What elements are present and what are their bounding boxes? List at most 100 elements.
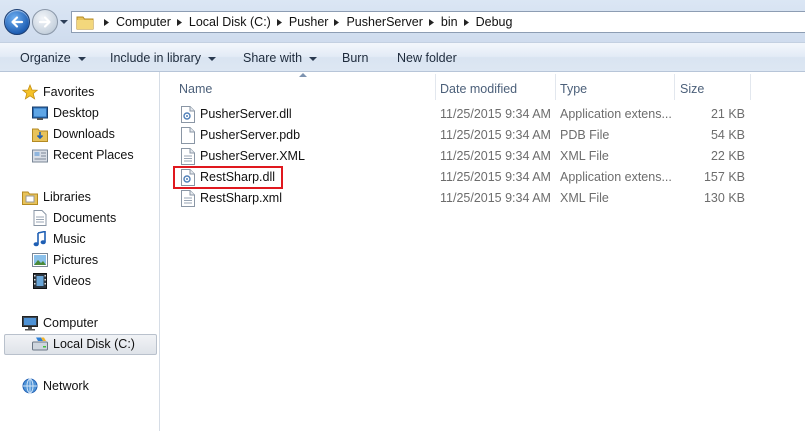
file-size: 157 KB	[703, 170, 745, 184]
breadcrumb-arrow-icon[interactable]	[332, 18, 341, 27]
column-header-type-label: Type	[560, 82, 588, 96]
column-divider[interactable]	[435, 74, 436, 100]
nav-local-disk-label: Local Disk (C:)	[53, 337, 135, 351]
address-bar-area: Computer Local Disk (C:) Pusher PusherSe…	[0, 0, 805, 42]
new-folder-label: New folder	[397, 51, 457, 65]
file-row[interactable]: PusherServer.XML 11/25/2015 9:34 AM XML …	[161, 146, 805, 167]
file-type: PDB File	[560, 128, 610, 142]
breadcrumb-bin[interactable]: bin	[441, 15, 458, 29]
nav-videos-label: Videos	[53, 274, 91, 288]
documents-icon	[32, 210, 48, 226]
breadcrumb-pusherserver[interactable]: PusherServer	[346, 15, 422, 29]
nav-favorites[interactable]: Favorites	[22, 82, 94, 102]
xml-file-icon	[181, 190, 195, 207]
file-row[interactable]: PusherServer.pdb 11/25/2015 9:34 AM PDB …	[161, 125, 805, 146]
breadcrumb-computer[interactable]: Computer	[116, 15, 171, 29]
arrow-right-icon	[38, 16, 51, 28]
nav-network[interactable]: Network	[22, 376, 89, 396]
file-name: RestSharp.xml	[200, 191, 282, 205]
chevron-down-icon	[309, 56, 318, 61]
file-row[interactable]: RestSharp.xml 11/25/2015 9:34 AM XML Fil…	[161, 188, 805, 209]
share-with-button[interactable]: Share with	[243, 51, 318, 65]
file-list: Name Date modified Type Size PusherServe…	[161, 72, 805, 431]
column-divider[interactable]	[674, 74, 675, 100]
nav-libraries[interactable]: Libraries	[22, 187, 91, 207]
column-divider[interactable]	[555, 74, 556, 100]
videos-icon	[32, 273, 48, 289]
nav-pictures-label: Pictures	[53, 253, 99, 267]
libraries-icon	[22, 189, 38, 205]
star-icon	[22, 84, 38, 100]
nav-libraries-label: Libraries	[43, 190, 91, 204]
network-icon	[22, 378, 38, 394]
burn-label: Burn	[342, 51, 369, 65]
breadcrumb-arrow-icon[interactable]	[275, 18, 284, 27]
desktop-icon	[32, 105, 48, 121]
file-row[interactable]: PusherServer.dll 11/25/2015 9:34 AM Appl…	[161, 104, 805, 125]
file-date: 11/25/2015 9:34 AM	[440, 191, 551, 205]
column-header-size-label: Size	[680, 82, 705, 96]
nav-music[interactable]: Music	[32, 229, 86, 249]
file-type: Application extens...	[560, 170, 672, 184]
nav-pictures[interactable]: Pictures	[32, 250, 98, 270]
nav-recent-places[interactable]: Recent Places	[32, 145, 134, 165]
breadcrumb-pusher[interactable]: Pusher	[289, 15, 329, 29]
breadcrumb-arrow-icon[interactable]	[427, 18, 436, 27]
nav-downloads[interactable]: Downloads	[32, 124, 115, 144]
file-type: XML File	[560, 149, 609, 163]
file-name: PusherServer.pdb	[200, 128, 301, 142]
nav-downloads-label: Downloads	[53, 127, 115, 141]
column-header-type[interactable]: Type	[560, 78, 674, 100]
xml-file-icon	[181, 148, 195, 165]
downloads-folder-icon	[32, 126, 48, 142]
file-date: 11/25/2015 9:34 AM	[440, 107, 551, 121]
hard-drive-icon	[32, 336, 48, 352]
computer-icon	[22, 315, 38, 331]
recent-places-icon	[32, 147, 48, 163]
column-divider[interactable]	[750, 74, 751, 100]
nav-documents-label: Documents	[53, 211, 117, 225]
nav-network-label: Network	[43, 379, 89, 393]
file-date: 11/25/2015 9:34 AM	[440, 149, 551, 163]
back-button[interactable]	[4, 9, 30, 35]
new-folder-button[interactable]: New folder	[397, 51, 457, 65]
nav-documents[interactable]: Documents	[32, 208, 116, 228]
breadcrumb-arrow-icon[interactable]	[102, 18, 111, 27]
address-bar[interactable]: Computer Local Disk (C:) Pusher PusherSe…	[71, 11, 805, 33]
file-type: Application extens...	[560, 107, 672, 121]
column-header-name[interactable]: Name	[179, 78, 435, 100]
breadcrumb-debug[interactable]: Debug	[476, 15, 513, 29]
nav-computer[interactable]: Computer	[22, 313, 98, 333]
breadcrumb-local-disk[interactable]: Local Disk (C:)	[189, 15, 271, 29]
file-name: PusherServer.dll	[200, 107, 292, 121]
highlight-box	[173, 166, 283, 189]
file-date: 11/25/2015 9:34 AM	[440, 170, 551, 184]
file-date: 11/25/2015 9:34 AM	[440, 128, 551, 142]
column-header-date-modified[interactable]: Date modified	[440, 78, 555, 100]
file-size: 130 KB	[703, 191, 745, 205]
nav-local-disk[interactable]: Local Disk (C:)	[32, 334, 135, 354]
forward-button[interactable]	[32, 9, 58, 35]
file-size: 21 KB	[710, 107, 745, 121]
nav-videos[interactable]: Videos	[32, 271, 91, 291]
include-in-library-button[interactable]: Include in library	[110, 51, 217, 65]
column-header-size[interactable]: Size	[680, 78, 750, 100]
file-size: 22 KB	[710, 149, 745, 163]
include-in-library-label: Include in library	[110, 51, 202, 65]
file-size: 54 KB	[710, 128, 745, 142]
folder-icon	[76, 16, 94, 30]
nav-computer-label: Computer	[43, 316, 98, 330]
burn-button[interactable]: Burn	[342, 51, 368, 65]
column-header-date-label: Date modified	[440, 82, 518, 96]
column-header-name-label: Name	[179, 82, 213, 96]
file-type: XML File	[560, 191, 609, 205]
music-icon	[32, 231, 48, 247]
nav-favorites-label: Favorites	[43, 85, 95, 99]
breadcrumb-arrow-icon[interactable]	[462, 18, 471, 27]
recent-pages-dropdown-icon[interactable]	[59, 17, 69, 27]
breadcrumb-arrow-icon[interactable]	[175, 18, 184, 27]
dll-icon	[181, 106, 195, 123]
organize-button[interactable]: Organize	[20, 51, 86, 65]
share-with-label: Share with	[243, 51, 303, 65]
nav-desktop[interactable]: Desktop	[32, 103, 99, 123]
